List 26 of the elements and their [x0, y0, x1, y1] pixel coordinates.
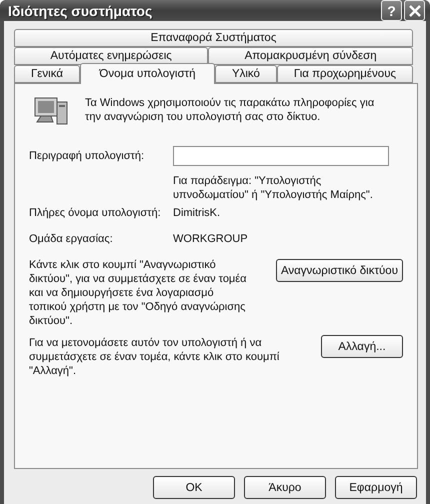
tab[interactable]: Αυτόματες ενημερώσεις — [14, 47, 208, 65]
workgroup-name: WORKGROUP — [173, 232, 249, 246]
action-button[interactable]: Αλλαγή... — [321, 335, 403, 358]
tab[interactable]: Απομακρυσμένη σύνδεση — [208, 47, 413, 65]
action-button[interactable]: Αναγνωριστικό δικτύου — [276, 259, 403, 282]
field-label: Ομάδα εργασίας: — [29, 232, 114, 246]
intro-text: Τα Windows χρησιμοποιούν τις παρακάτω πληροφορίες για την αναγνώριση του υπολογιστή σας στο δίκτυο. — [85, 96, 376, 124]
field-label: Περιγραφή υπολογιστή: — [29, 149, 146, 163]
close-button[interactable] — [404, 0, 425, 21]
field-label: Πλήρες όνομα υπολογιστή: — [29, 206, 162, 220]
tab[interactable]: Υλικό — [214, 65, 277, 83]
dialog-button[interactable]: Άκυρο — [244, 476, 326, 499]
tab[interactable]: Γενικά — [14, 65, 80, 83]
close-icon — [408, 4, 420, 16]
dialog-button[interactable]: Εφαρμογή — [335, 476, 417, 499]
hint-text: Για παράδειγμα: "Υπολογιστής υπνοδωματίου" ή "Υπολογιστής Μαίρης". — [173, 174, 374, 202]
instruction-text: Κάντε κλικ στο κουμπί "Αναγνωριστικό δικτύου", για να συμμετάσχετε σε έναν τομέα και να δημιουργήσετε ένα λογαριασμό τοπικού χρήστη με τον "Οδηγό αναγνώρισης δικτύου". — [29, 258, 248, 328]
description-field[interactable] — [173, 146, 389, 166]
dialog-button[interactable]: OK — [153, 476, 235, 499]
tab[interactable]: Επαναφορά Συστήματος — [14, 29, 413, 47]
computer-name: DimitrisK. — [173, 206, 222, 220]
help-button[interactable]: ? — [381, 0, 402, 21]
window-title: Ιδιότητες συστήματος — [8, 2, 154, 18]
tab[interactable]: Όνομα υπολογιστή — [80, 63, 215, 84]
tab[interactable]: Για προχωρημένους — [276, 65, 414, 83]
instruction-text: Για να μετονομάσετε αυτόν τον υπολογιστή ή να συμμετάσχετε σε έναν τομέα, κάντε κλικ στο κουμπί "Αλλαγή". — [29, 336, 280, 378]
